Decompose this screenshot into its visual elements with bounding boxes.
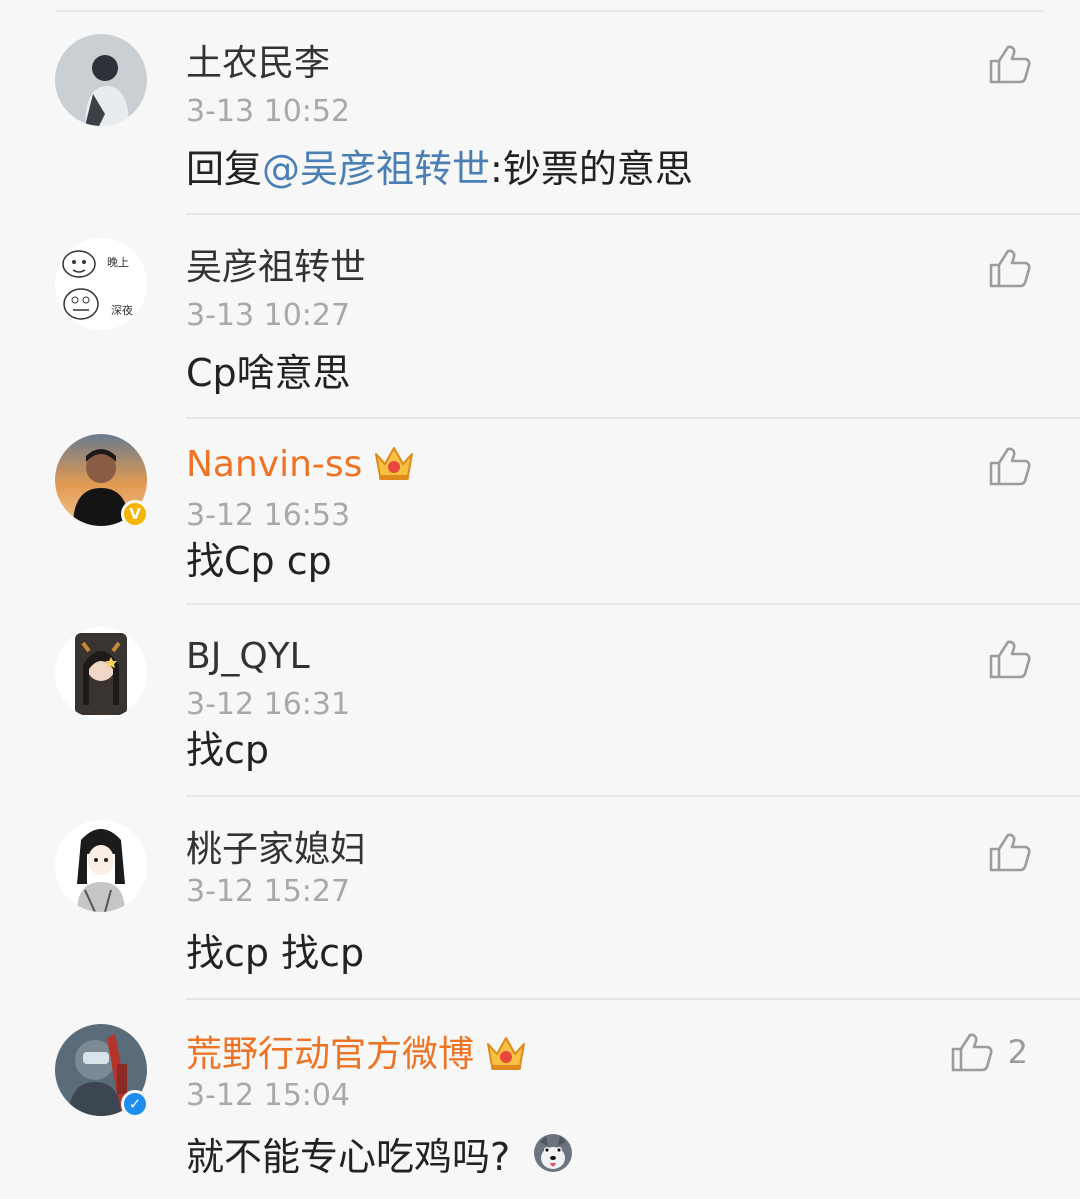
comment-text: 找cp 找cp [186,931,365,975]
husky-emoji-icon [532,1132,574,1174]
top-divider [56,10,1044,12]
comment-time: 3-12 15:04 [186,1078,351,1113]
comment-text: 回复@吴彦祖转世:钞票的意思 [186,144,693,194]
divider [186,213,1080,215]
crown-icon [372,442,416,482]
avatar[interactable] [55,820,147,912]
comment-username[interactable]: 吴彦祖转世 [186,246,366,290]
divider [186,603,1080,605]
comment-username[interactable]: 荒野行动官方微博 [186,1032,528,1077]
comment-username[interactable]: BJ_QYL [186,635,310,679]
svg-text:深夜: 深夜 [111,303,133,317]
comment-time: 3-13 10:52 [186,94,351,129]
thumbs-up-icon [988,831,1032,873]
thumbs-up-icon [988,247,1032,289]
thumbs-up-icon [950,1031,994,1073]
avatar[interactable] [55,34,147,126]
thumbs-up-icon [988,638,1032,680]
like-button[interactable]: 2 [950,1030,1032,1074]
avatar[interactable] [55,627,147,719]
verified-v-icon: V [121,500,149,528]
verified-v-icon: ✓ [121,1090,149,1118]
comment-time: 3-12 16:31 [186,687,351,722]
mention-link[interactable]: @吴彦祖转世 [262,147,490,191]
thumbs-up-icon [988,445,1032,487]
comment-username[interactable]: 桃子家媳妇 [186,828,366,872]
thumbs-up-icon [988,43,1032,85]
comment-time: 3-12 16:53 [186,498,351,533]
comment-text: Cp啥意思 [186,351,351,395]
like-count: 2 [1007,1033,1028,1071]
like-button[interactable] [988,42,1032,86]
like-button[interactable] [988,444,1032,488]
svg-text:晚上: 晚上 [107,256,129,269]
comment-text: 找Cp cp [186,539,332,583]
crown-icon [484,1032,528,1072]
comment-username[interactable]: Nanvin-ss [186,442,416,487]
comment-body: :钞票的意思 [490,147,693,191]
comment-text: 找cp [186,728,270,772]
comment-username[interactable]: 土农民李 [186,42,330,86]
avatar[interactable]: 晚上深夜 [55,238,147,330]
like-button[interactable] [988,246,1032,290]
divider [186,417,1080,419]
like-button[interactable] [988,830,1032,874]
comment-text: 就不能专心吃鸡吗? [186,1132,574,1182]
comment-time: 3-13 10:27 [186,298,351,333]
like-button[interactable] [988,637,1032,681]
divider [186,998,1080,1000]
divider [186,795,1080,797]
reply-prefix: 回复 [186,147,263,191]
comment-time: 3-12 15:27 [186,874,351,909]
